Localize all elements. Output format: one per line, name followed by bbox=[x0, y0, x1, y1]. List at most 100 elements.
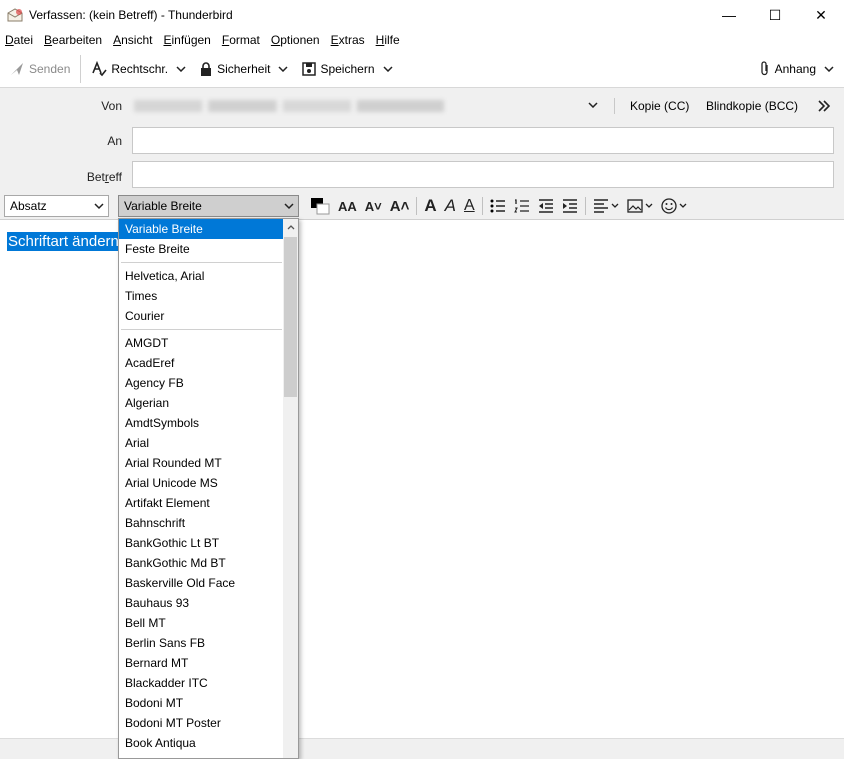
insert-button[interactable] bbox=[623, 195, 657, 217]
font-option[interactable]: Bahnschrift bbox=[119, 513, 284, 533]
font-smaller-icon: A˅ bbox=[364, 198, 382, 214]
send-button[interactable]: Senden bbox=[6, 56, 74, 82]
chevron-down-icon bbox=[645, 203, 653, 208]
format-separator bbox=[416, 197, 418, 215]
subject-input[interactable] bbox=[132, 161, 834, 188]
menu-extras[interactable]: Extras bbox=[331, 33, 365, 47]
align-button[interactable] bbox=[589, 195, 623, 217]
chevron-down-icon bbox=[278, 65, 288, 72]
font-option[interactable]: BankGothic Lt BT bbox=[119, 533, 284, 553]
font-option[interactable]: Courier bbox=[119, 306, 284, 326]
to-label: An bbox=[107, 134, 122, 148]
menu-optionen[interactable]: Optionen bbox=[271, 33, 320, 47]
font-option[interactable]: Baskerville Old Face bbox=[119, 573, 284, 593]
text-color-button[interactable] bbox=[306, 195, 334, 217]
paperclip-icon bbox=[760, 60, 768, 75]
lock-icon bbox=[201, 61, 212, 76]
title-bar: Verfassen: (kein Betreff) - Thunderbird … bbox=[0, 0, 844, 30]
save-dropdown-chevron[interactable] bbox=[381, 65, 395, 72]
window-title: Verfassen: (kein Betreff) - Thunderbird bbox=[29, 8, 233, 22]
menu-format[interactable]: Format bbox=[222, 33, 260, 47]
chevron-up-icon bbox=[287, 225, 294, 230]
bold-button[interactable]: A bbox=[420, 195, 440, 217]
font-option[interactable]: AmdtSymbols bbox=[119, 413, 284, 433]
font-option[interactable]: Arial Rounded MT bbox=[119, 453, 284, 473]
font-size-reset-button[interactable]: AA bbox=[334, 195, 361, 217]
minimize-button[interactable]: — bbox=[706, 0, 752, 30]
font-option[interactable]: Feste Breite bbox=[119, 239, 284, 259]
font-option[interactable]: Bell MT bbox=[119, 613, 284, 633]
from-identity-blurred[interactable] bbox=[134, 100, 444, 112]
font-size-reset-icon: AA bbox=[338, 198, 357, 214]
menu-einfuegen[interactable]: Einfügen bbox=[163, 33, 210, 47]
font-option[interactable]: Algerian bbox=[119, 393, 284, 413]
font-option[interactable]: Bauhaus 93 bbox=[119, 593, 284, 613]
double-chevron-right-icon[interactable] bbox=[818, 100, 830, 112]
attach-button[interactable]: Anhang bbox=[756, 56, 820, 82]
spelling-button[interactable]: Rechtschr. bbox=[87, 56, 172, 82]
to-input[interactable] bbox=[132, 127, 834, 154]
font-option[interactable]: Bodoni MT Poster bbox=[119, 713, 284, 733]
font-larger-button[interactable]: A˄ bbox=[386, 195, 414, 217]
format-separator bbox=[584, 197, 586, 215]
bold-icon: A bbox=[424, 196, 437, 215]
attach-dropdown-chevron[interactable] bbox=[822, 65, 836, 72]
font-option[interactable]: Arial bbox=[119, 433, 284, 453]
font-option[interactable]: Artifakt Element bbox=[119, 493, 284, 513]
paragraph-select[interactable]: Absatz bbox=[4, 195, 109, 217]
italic-button[interactable]: A bbox=[441, 195, 460, 217]
font-option[interactable]: Arial Unicode MS bbox=[119, 473, 284, 493]
font-option[interactable]: AcadEref bbox=[119, 353, 284, 373]
save-button[interactable]: Speichern bbox=[298, 56, 378, 82]
bullet-list-button[interactable] bbox=[486, 195, 510, 217]
font-option[interactable]: Bernard MT bbox=[119, 653, 284, 673]
bcc-button[interactable]: Blindkopie (BCC) bbox=[706, 99, 798, 113]
font-select[interactable]: Variable Breite bbox=[118, 195, 299, 217]
numbered-list-button[interactable] bbox=[510, 195, 534, 217]
chevron-down-icon bbox=[382, 65, 393, 72]
close-button[interactable]: ✕ bbox=[798, 0, 844, 30]
security-dropdown-chevron[interactable] bbox=[276, 65, 290, 72]
font-option[interactable]: Berlin Sans FB bbox=[119, 633, 284, 653]
maximize-button[interactable]: ☐ bbox=[752, 0, 798, 30]
selected-text[interactable]: Schriftart ändern bbox=[7, 232, 120, 251]
outdent-button[interactable] bbox=[534, 195, 558, 217]
smiley-button[interactable] bbox=[657, 195, 691, 217]
scrollbar-thumb[interactable] bbox=[284, 237, 297, 397]
image-icon bbox=[627, 199, 643, 213]
chevron-down-icon[interactable] bbox=[588, 102, 598, 108]
scroll-up-button[interactable] bbox=[283, 219, 298, 236]
chevron-down-icon bbox=[824, 65, 834, 72]
chevron-down-icon bbox=[679, 203, 687, 208]
menu-bearbeiten[interactable]: Bearbeiten bbox=[44, 33, 102, 47]
font-option[interactable]: Agency FB bbox=[119, 373, 284, 393]
font-dropdown-list[interactable]: Variable Breite Feste Breite Helvetica, … bbox=[118, 218, 299, 759]
font-option[interactable]: Blackadder ITC bbox=[119, 673, 284, 693]
from-row: Von Kopie (CC) Blindkopie (BCC) bbox=[0, 96, 844, 116]
smiley-icon bbox=[661, 198, 677, 214]
format-icons: AA A˅ A˄ A A A bbox=[306, 192, 691, 220]
toolbar-separator bbox=[80, 54, 82, 83]
numbered-list-icon bbox=[513, 199, 529, 213]
security-button[interactable]: Sicherheit bbox=[196, 56, 274, 82]
font-option[interactable]: BankGothic Md BT bbox=[119, 553, 284, 573]
italic-icon: A bbox=[444, 196, 456, 215]
dropdown-scrollbar[interactable] bbox=[283, 219, 298, 758]
chevron-down-icon bbox=[94, 203, 104, 210]
font-smaller-button[interactable]: A˅ bbox=[361, 195, 386, 217]
font-option[interactable]: AMGDT bbox=[119, 333, 284, 353]
menu-datei[interactable]: Datei bbox=[5, 33, 33, 47]
font-option[interactable]: Bodoni MT bbox=[119, 693, 284, 713]
menu-hilfe[interactable]: Hilfe bbox=[376, 33, 400, 47]
font-option[interactable]: Helvetica, Arial bbox=[119, 266, 284, 286]
underline-button[interactable]: A bbox=[460, 195, 479, 217]
indent-button[interactable] bbox=[558, 195, 582, 217]
to-row: An bbox=[0, 127, 844, 155]
font-option[interactable]: Times bbox=[119, 286, 284, 306]
cc-button[interactable]: Kopie (CC) bbox=[630, 99, 689, 113]
spelling-dropdown-chevron[interactable] bbox=[174, 65, 188, 72]
from-label: Von bbox=[101, 99, 122, 113]
font-option[interactable]: Book Antiqua bbox=[119, 733, 284, 753]
font-option[interactable]: Variable Breite bbox=[119, 219, 284, 239]
menu-ansicht[interactable]: Ansicht bbox=[113, 33, 152, 47]
